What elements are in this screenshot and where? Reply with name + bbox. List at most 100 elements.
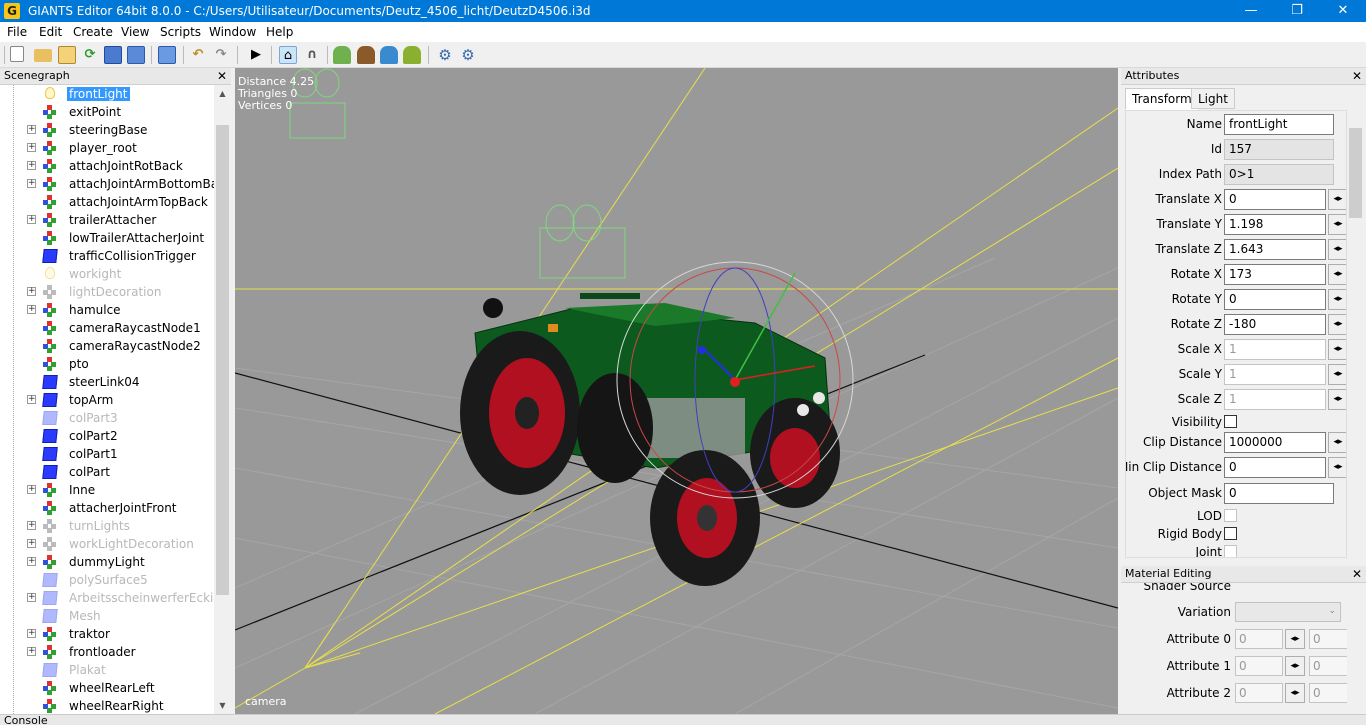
expand-toggle-icon[interactable]: +: [27, 539, 36, 548]
tab-transform[interactable]: Transform: [1125, 88, 1199, 110]
scenegraph-tree[interactable]: frontLight exitPoint + steeringBase + player_…: [0, 85, 214, 714]
scroll-down-arrow-icon[interactable]: ▼: [214, 697, 231, 714]
settings-gear-icon[interactable]: ⚙: [436, 46, 454, 64]
attribute-value-field[interactable]: 1: [1224, 364, 1326, 385]
edit-icon[interactable]: [58, 46, 76, 64]
spinner-arrows-icon[interactable]: ◂▸: [1328, 339, 1346, 360]
expand-toggle-icon[interactable]: +: [27, 161, 36, 170]
attributes-close-button[interactable]: ✕: [1352, 68, 1362, 84]
import-icon[interactable]: [158, 46, 176, 64]
scenegraph-node[interactable]: Plakat: [0, 661, 214, 679]
attribute-2-field-2[interactable]: 0: [1309, 683, 1347, 703]
attribute-checkbox[interactable]: [1224, 527, 1237, 540]
menu-edit[interactable]: Edit: [39, 25, 62, 39]
spinner-arrows-icon[interactable]: ◂▸: [1328, 214, 1346, 235]
attribute-value-field[interactable]: 1000000: [1224, 432, 1326, 453]
scenegraph-node[interactable]: + attachJointArmBottomBack: [0, 175, 214, 193]
scenegraph-node[interactable]: + steeringBase: [0, 121, 214, 139]
expand-toggle-icon[interactable]: +: [27, 179, 36, 188]
attribute-value-field[interactable]: 0: [1224, 457, 1326, 478]
attribute-1-field-2[interactable]: 0: [1309, 656, 1347, 676]
expand-toggle-icon[interactable]: +: [27, 215, 36, 224]
scenegraph-node[interactable]: colPart2: [0, 427, 214, 445]
expand-toggle-icon[interactable]: +: [27, 305, 36, 314]
spinner-arrows-icon[interactable]: ◂▸: [1328, 264, 1346, 285]
foliage-paint-icon[interactable]: [380, 46, 398, 64]
tab-light[interactable]: Light: [1191, 88, 1235, 109]
expand-toggle-icon[interactable]: +: [27, 593, 36, 602]
expand-toggle-icon[interactable]: +: [27, 395, 36, 404]
scenegraph-node[interactable]: exitPoint: [0, 103, 214, 121]
scenegraph-node[interactable]: wheelRearLeft: [0, 679, 214, 697]
spinner-arrows-icon[interactable]: ◂▸: [1328, 289, 1346, 310]
scenegraph-node[interactable]: + lightDecoration: [0, 283, 214, 301]
new-file-icon[interactable]: [10, 46, 24, 62]
attribute-value-field[interactable]: frontLight: [1224, 114, 1334, 135]
maximize-button[interactable]: ❐: [1274, 0, 1320, 22]
open-folder-icon[interactable]: [34, 49, 52, 62]
attribute-value-field[interactable]: 0: [1224, 483, 1334, 504]
attribute-1-field-1[interactable]: 0: [1235, 656, 1283, 676]
scenegraph-node[interactable]: cameraRaycastNode1: [0, 319, 214, 337]
save-icon[interactable]: [104, 46, 122, 64]
expand-toggle-icon[interactable]: +: [27, 647, 36, 656]
spinner-arrows-icon[interactable]: ◂▸: [1328, 314, 1346, 335]
scenegraph-node[interactable]: attacherJointFront: [0, 499, 214, 517]
3d-viewport[interactable]: Distance 4.25 Triangles 0 Vertices 0 cam…: [235, 68, 1118, 714]
attribute-0-spin[interactable]: ◂▸: [1285, 629, 1305, 649]
scenegraph-node[interactable]: + topArm: [0, 391, 214, 409]
spinner-arrows-icon[interactable]: ◂▸: [1328, 389, 1346, 410]
terrain-sculpt-icon[interactable]: [357, 46, 375, 64]
scenegraph-node[interactable]: + player_root: [0, 139, 214, 157]
attribute-0-field-1[interactable]: 0: [1235, 629, 1283, 649]
undo-icon[interactable]: ↶: [189, 46, 207, 64]
export-icon[interactable]: [127, 46, 145, 64]
attribute-0-field-2[interactable]: 0: [1309, 629, 1347, 649]
scenegraph-node[interactable]: frontLight: [0, 85, 214, 103]
attribute-value-field[interactable]: 0: [1224, 189, 1326, 210]
attribute-value-field[interactable]: 0: [1224, 289, 1326, 310]
menu-help[interactable]: Help: [266, 25, 293, 39]
spinner-arrows-icon[interactable]: ◂▸: [1328, 239, 1346, 260]
scenegraph-node[interactable]: wheelRearRight: [0, 697, 214, 714]
magnet-icon[interactable]: ∩: [303, 46, 321, 64]
scenegraph-node[interactable]: + trailerAttacher: [0, 211, 214, 229]
foliage-erase-icon[interactable]: [403, 46, 421, 64]
attributes-scroll-thumb[interactable]: [1349, 128, 1362, 218]
attribute-1-spin[interactable]: ◂▸: [1285, 656, 1305, 676]
scenegraph-node[interactable]: + attachJointRotBack: [0, 157, 214, 175]
menu-create[interactable]: Create: [73, 25, 113, 39]
attribute-2-spin[interactable]: ◂▸: [1285, 683, 1305, 703]
scenegraph-node[interactable]: polySurface5: [0, 571, 214, 589]
home-icon[interactable]: ⌂: [279, 46, 297, 64]
attribute-checkbox[interactable]: [1224, 415, 1237, 428]
refresh-icon[interactable]: ⟳: [81, 46, 99, 64]
play-icon[interactable]: ▶: [247, 46, 265, 64]
scenegraph-node[interactable]: steerLink04: [0, 373, 214, 391]
expand-toggle-icon[interactable]: +: [27, 143, 36, 152]
tractor-model[interactable]: [460, 293, 840, 586]
settings-gear-2-icon[interactable]: ⚙: [459, 46, 477, 64]
variation-select[interactable]: ⌄: [1235, 602, 1341, 622]
scenegraph-scroll-thumb[interactable]: [216, 125, 229, 595]
scenegraph-node[interactable]: + Inne: [0, 481, 214, 499]
expand-toggle-icon[interactable]: +: [27, 485, 36, 494]
attribute-value-field[interactable]: 173: [1224, 264, 1326, 285]
redo-icon[interactable]: ↷: [212, 46, 230, 64]
scenegraph-node[interactable]: + traktor: [0, 625, 214, 643]
scenegraph-node[interactable]: colPart3: [0, 409, 214, 427]
terrain-paint-icon[interactable]: [333, 46, 351, 64]
attribute-value-field[interactable]: 1: [1224, 389, 1326, 410]
menu-view[interactable]: View: [121, 25, 149, 39]
console-panel[interactable]: Console: [0, 714, 1366, 725]
scenegraph-node[interactable]: colPart: [0, 463, 214, 481]
attribute-value-field[interactable]: 1.198: [1224, 214, 1326, 235]
scroll-up-arrow-icon[interactable]: ▲: [214, 85, 231, 102]
attribute-2-field-1[interactable]: 0: [1235, 683, 1283, 703]
scenegraph-node[interactable]: + turnLights: [0, 517, 214, 535]
attribute-value-field[interactable]: 1: [1224, 339, 1326, 360]
scenegraph-node[interactable]: + frontloader: [0, 643, 214, 661]
scenegraph-node[interactable]: trafficCollisionTrigger: [0, 247, 214, 265]
scenegraph-node[interactable]: pto: [0, 355, 214, 373]
menu-scripts[interactable]: Scripts: [160, 25, 201, 39]
